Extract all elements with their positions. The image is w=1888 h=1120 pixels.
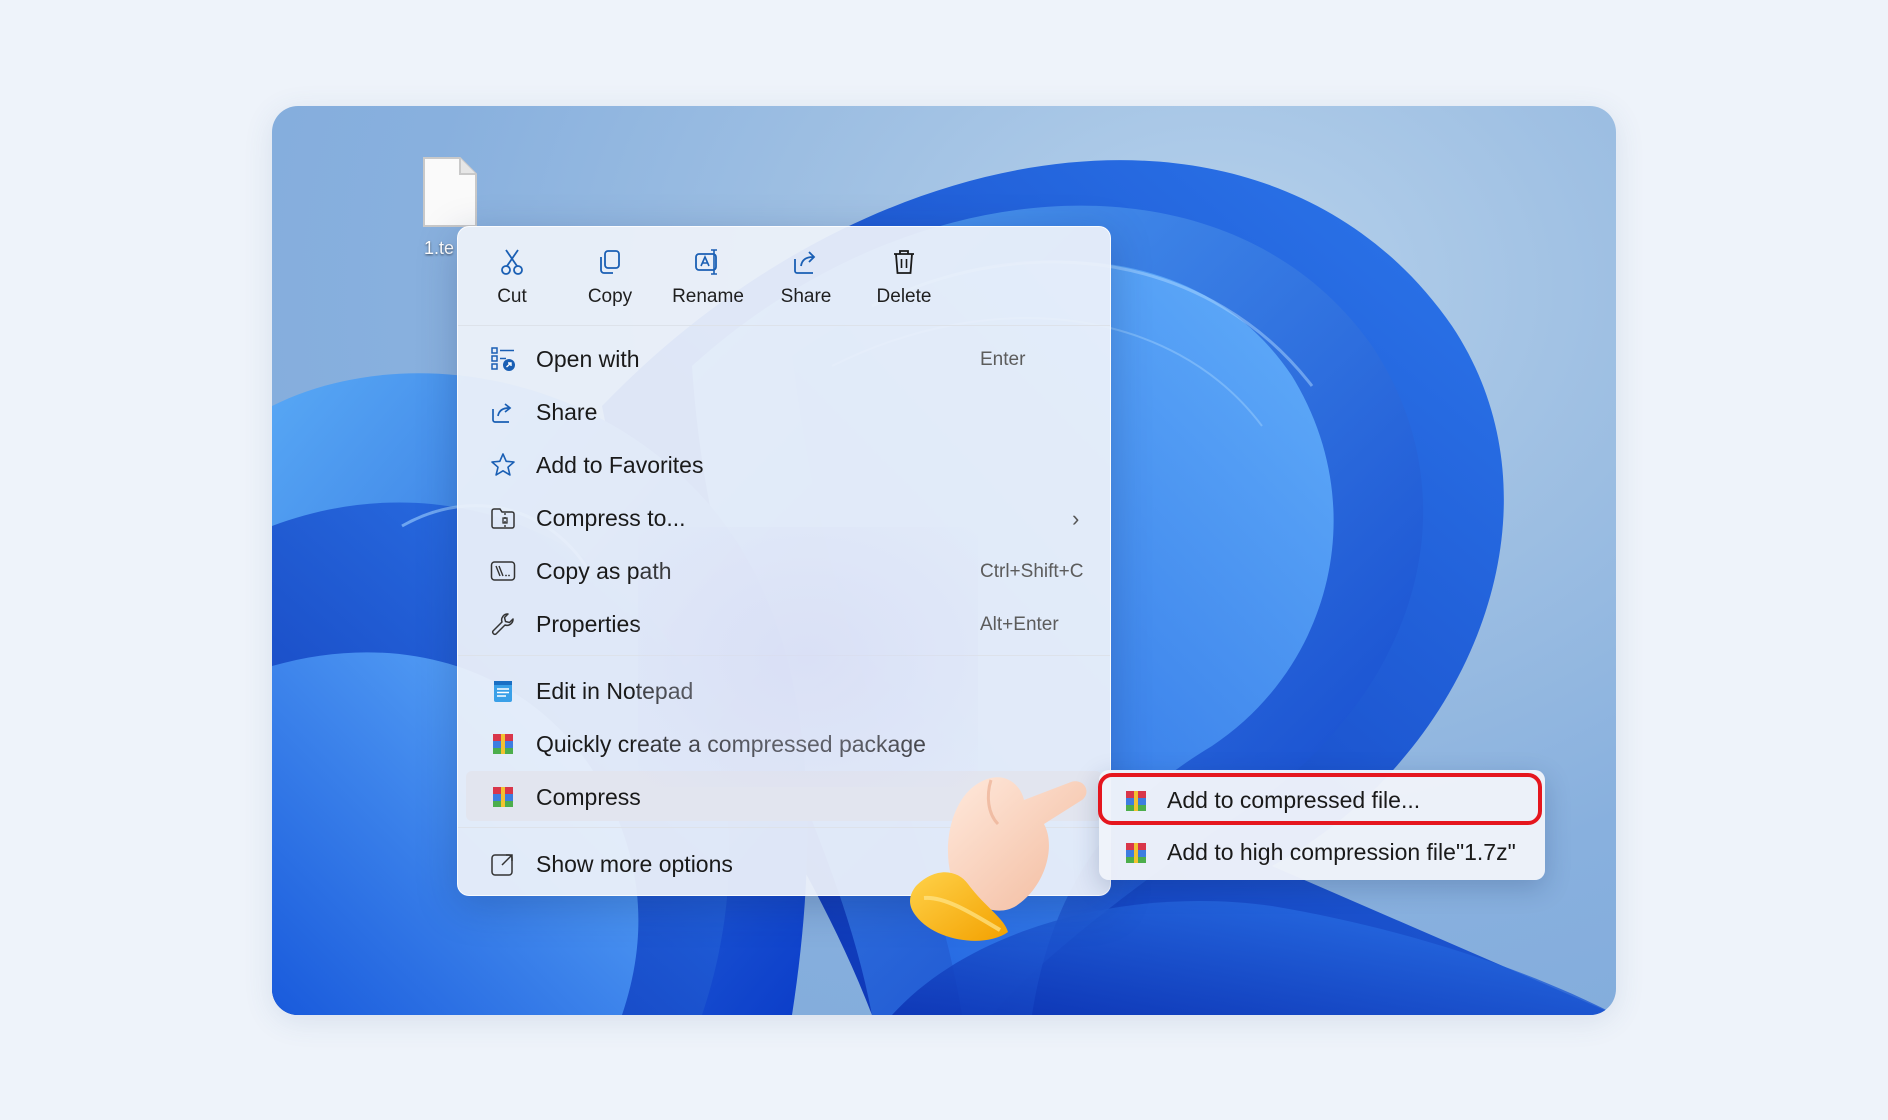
share-icon [794,251,816,274]
menu-separator [458,655,1110,656]
expand-icon [491,854,513,876]
submenu-item-add-to-high-compression-file[interactable]: Add to high compression file"1.7z" [1107,828,1537,876]
trash-icon [894,250,914,274]
archive-icon [493,734,513,754]
menu-item-label: Show more options [536,851,733,877]
menu-item-copy-as-path[interactable]: Copy as path Ctrl+Shift+C [466,545,1102,595]
archive-icon [1126,843,1146,863]
menu-item-share[interactable]: Share [466,386,1102,436]
star-icon [491,453,515,476]
submenu-item-label: Add to high compression file"1.7z" [1167,839,1516,865]
copy-button[interactable]: Copy [564,247,656,317]
menu-item-label: Add to Favorites [536,452,704,478]
copy-icon [600,250,620,274]
share-icon [492,403,512,423]
wrench-icon [491,613,514,636]
open-with-icon [491,347,515,371]
share-label: Share [780,286,832,307]
menu-item-add-to-favorites[interactable]: Add to Favorites [466,439,1102,489]
file-label[interactable]: 1.te [424,238,454,259]
menu-item-edit-in-notepad[interactable]: Edit in Notepad [466,665,1102,715]
menu-item-label: Compress to... [536,505,686,531]
menu-item-label: Quickly create a compressed package [536,731,926,757]
rename-label: Rename [672,286,744,307]
rename-button[interactable]: Rename [662,247,754,317]
shortcut-label: Alt+Enter [980,614,1059,635]
copy-label: Copy [587,286,633,307]
scissors-icon [501,249,523,275]
menu-item-label: Compress [536,784,641,810]
notepad-icon [494,681,512,702]
shortcut-label: Enter [980,349,1026,370]
menu-item-label: Properties [536,611,641,637]
menu-item-quick-compress[interactable]: Quickly create a compressed package [466,718,1102,768]
rename-icon [695,249,717,275]
share-button[interactable]: Share [760,247,852,317]
cut-label: Cut [497,286,527,307]
text-file-icon[interactable] [422,156,478,228]
menu-item-compress-to[interactable]: Compress to... › [466,492,1102,542]
delete-label: Delete [876,286,932,307]
menu-item-label: Edit in Notepad [536,678,694,704]
menu-item-open-with[interactable]: Open with Enter [466,333,1102,383]
menu-item-label: Share [536,399,598,425]
menu-item-label: Copy as path [536,558,672,584]
delete-button[interactable]: Delete [858,247,950,317]
menu-item-properties[interactable]: Properties Alt+Enter [466,598,1102,648]
menu-item-label: Open with [536,346,640,372]
pointing-hand-icon [910,777,1087,941]
shortcut-label: Ctrl+Shift+C [980,561,1084,582]
archive-icon [493,787,513,807]
highlight-ring [1098,773,1542,825]
menu-toolbar: Cut Copy Rename Share Delete [458,227,1110,326]
zip-folder-icon [491,508,515,529]
path-icon [490,561,516,581]
chevron-right-icon: › [1072,506,1080,531]
cut-button[interactable]: Cut [466,247,558,317]
